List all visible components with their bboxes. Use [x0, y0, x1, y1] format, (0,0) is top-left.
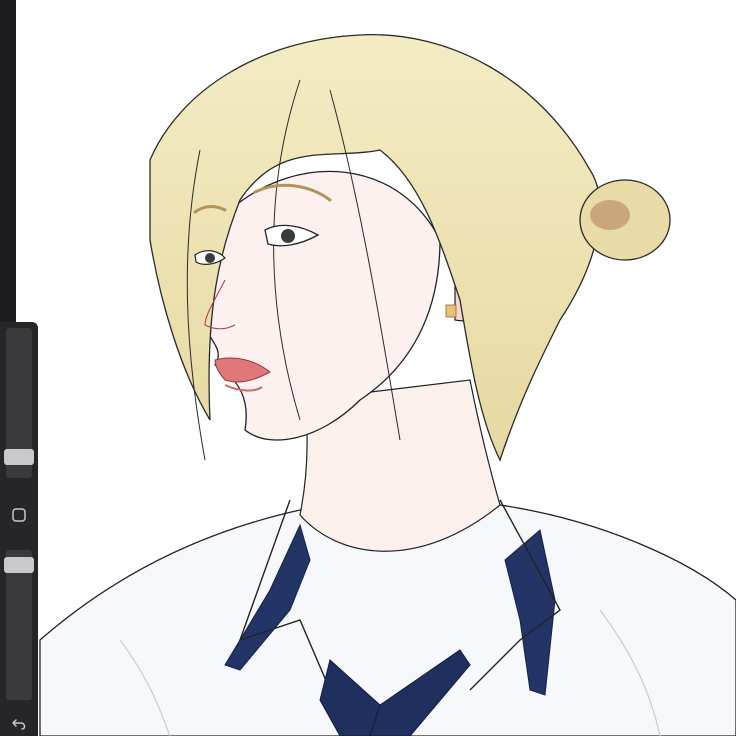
drawing-canvas[interactable] [38, 0, 736, 736]
undo-arrow-icon [12, 719, 26, 730]
artwork-illustration [39, 34, 736, 736]
square-outline-icon [12, 508, 26, 522]
modify-button[interactable] [9, 505, 29, 525]
undo-button[interactable] [9, 714, 29, 734]
brush-size-thumb[interactable] [4, 448, 34, 465]
opacity-thumb[interactable] [4, 556, 34, 573]
earring [445, 304, 457, 318]
tool-sidebar [0, 322, 38, 736]
